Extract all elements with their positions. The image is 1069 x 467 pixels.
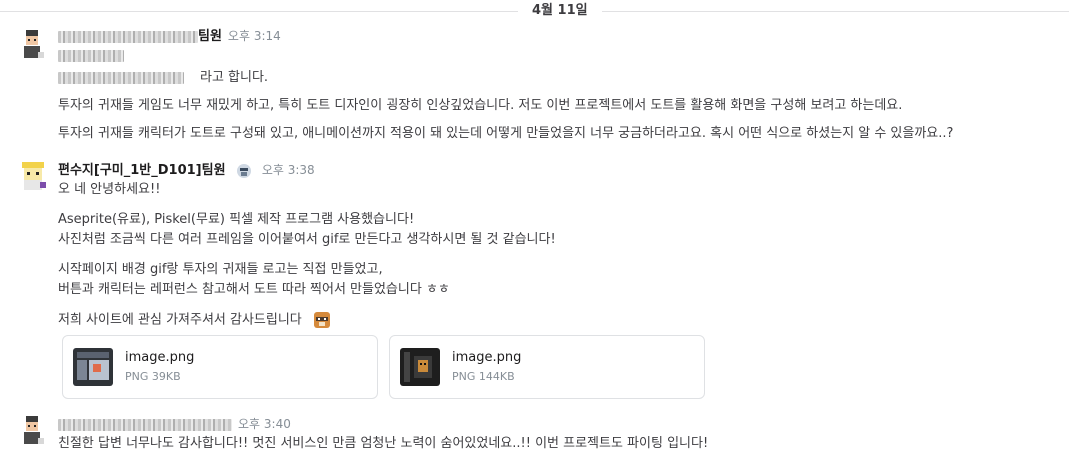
message-text: Aseprite(유료), Piskel(무료) 픽셀 제작 프로그램 사용했습… bbox=[58, 212, 415, 227]
message-text: 친절한 답변 너무나도 감사합니다!! 멋진 서비스인 만큼 엄청난 노력이 숨… bbox=[58, 436, 709, 451]
message-3: 오후 3:40 친절한 답변 너무나도 감사합니다!! 멋진 서비스인 만큼 엄… bbox=[0, 414, 1069, 464]
message-line: 라고 합니다. bbox=[58, 68, 1059, 88]
redacted-author-name bbox=[58, 418, 232, 431]
message-header: 오후 3:40 bbox=[58, 414, 1059, 434]
timestamp[interactable]: 오후 3:38 bbox=[262, 163, 315, 177]
message-text: 라고 합니다. bbox=[200, 70, 269, 85]
avatar-pixel-character-icon[interactable] bbox=[18, 160, 48, 194]
date-label: 4월 11일 bbox=[518, 2, 602, 20]
author-name-suffix[interactable]: 팀원 bbox=[198, 29, 222, 44]
message-text: 시작페이지 배경 gif랑 투자의 귀재들 로고는 직접 만들었고, bbox=[58, 262, 383, 277]
redacted-author-name bbox=[58, 30, 198, 43]
raccoon-emoji-icon[interactable] bbox=[312, 310, 332, 330]
avatar-pixel-person-icon[interactable] bbox=[18, 28, 48, 62]
profile-badge-icon bbox=[236, 163, 251, 178]
message-line: 저희 사이트에 관심 가져주셔서 감사드립니다 bbox=[58, 310, 1059, 331]
file-thumbnail-icon bbox=[73, 348, 113, 386]
redacted-text bbox=[58, 49, 124, 62]
file-meta: PNG 39KB bbox=[125, 370, 181, 383]
file-meta: PNG 144KB bbox=[452, 370, 515, 383]
file-attachment[interactable]: image.png PNG 144KB bbox=[389, 335, 705, 399]
message-text: 투자의 귀재들 게임도 너무 재밌게 하고, 특히 도트 디자인이 굉장히 인상… bbox=[58, 98, 903, 113]
author-name[interactable]: 편수지[구미_1반_D101]팀원 bbox=[58, 163, 226, 178]
message-line bbox=[58, 46, 1059, 66]
message-2: 편수지[구미_1반_D101]팀원 오후 3:38 오 네 안녕하세요!! As… bbox=[0, 160, 1069, 400]
message-1: 팀원 오후 3:14 라고 합니다. 투자의 귀재들 게임도 너무 재밌게 하고,… bbox=[0, 26, 1069, 150]
file-name[interactable]: image.png bbox=[452, 350, 521, 365]
message-text: 저희 사이트에 관심 가져주셔서 감사드립니다 bbox=[58, 312, 302, 328]
message-text: 사진처럼 조금씩 다른 여러 프레임을 이어붙여서 gif로 만든다고 생각하시… bbox=[58, 232, 556, 247]
timestamp[interactable]: 오후 3:40 bbox=[238, 417, 291, 431]
file-attachment[interactable]: image.png PNG 39KB bbox=[62, 335, 378, 399]
message-text: 투자의 귀재들 캐릭터가 도트로 구성돼 있고, 애니메이션까지 적용이 돼 있… bbox=[58, 126, 954, 141]
message-text: 오 네 안녕하세요!! bbox=[58, 182, 161, 197]
avatar-pixel-person-icon[interactable] bbox=[18, 414, 48, 448]
redacted-text bbox=[58, 71, 184, 84]
date-divider: 4월 11일 bbox=[0, 0, 1069, 22]
message-header: 팀원 오후 3:14 bbox=[58, 26, 1059, 46]
timestamp[interactable]: 오후 3:14 bbox=[228, 29, 281, 43]
message-header: 편수지[구미_1반_D101]팀원 오후 3:38 bbox=[58, 160, 1059, 180]
file-thumbnail-icon bbox=[400, 348, 440, 386]
file-name[interactable]: image.png bbox=[125, 350, 194, 365]
message-text: 버튼과 캐릭터는 레퍼런스 참고해서 도트 따라 찍어서 만들었습니다 ㅎㅎ bbox=[58, 282, 450, 297]
